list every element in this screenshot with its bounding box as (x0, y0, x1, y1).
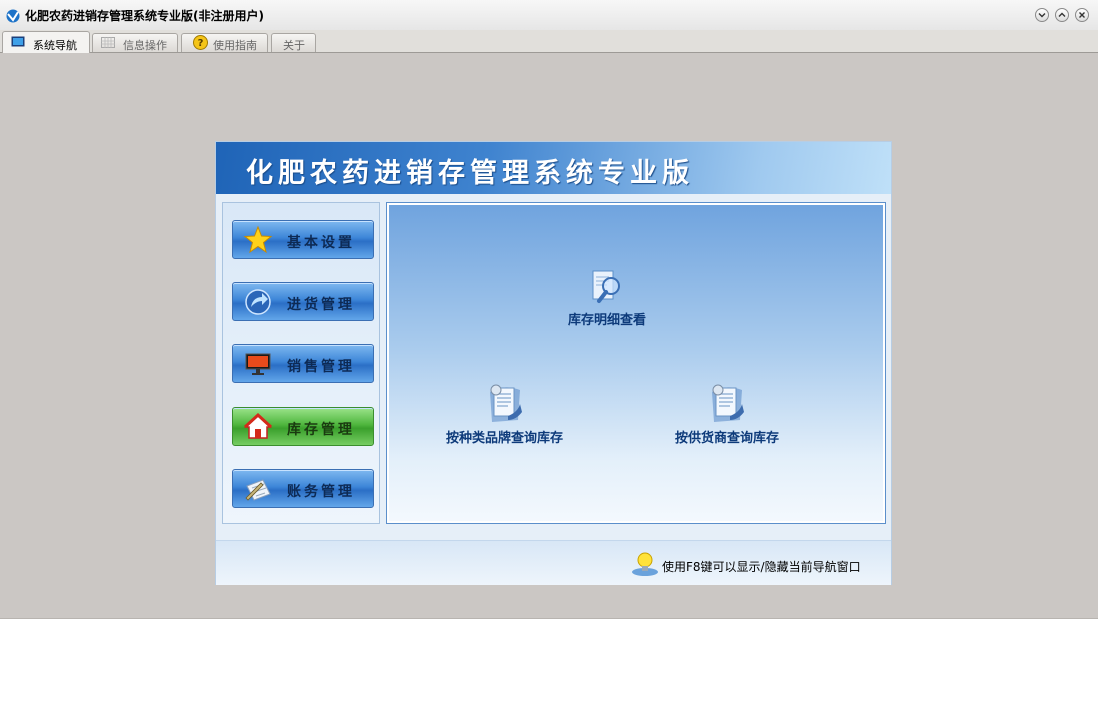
app-icon (6, 9, 20, 23)
title-bar: 化肥农药进销存管理系统专业版(非注册用户) (0, 0, 1098, 31)
banner-title: 化肥农药进销存管理系统专业版 (246, 158, 694, 189)
tab-system-nav[interactable]: 系统导航 (2, 31, 90, 53)
tab-label: 信息操作 (123, 39, 167, 52)
home-icon (243, 412, 273, 439)
nav-sales-button[interactable]: 销售管理 (232, 344, 374, 383)
nav-label: 库存管理 (287, 422, 355, 438)
tab-label: 关于 (283, 39, 305, 52)
nav-accounting-button[interactable]: 账务管理 (232, 469, 374, 508)
pen-paper-icon (245, 479, 271, 501)
function-label: 库存明细查看 (567, 313, 646, 328)
tab-label: 使用指南 (213, 39, 257, 52)
minimize-button[interactable] (1035, 8, 1049, 22)
function-label: 按供货商查询库存 (674, 431, 779, 446)
help-icon: ? (193, 35, 208, 50)
query-by-supplier-link[interactable]: 按供货商查询库存 (662, 382, 792, 446)
arrow-icon (245, 289, 271, 315)
svg-text:?: ? (198, 38, 204, 49)
navigation-panel: 化肥农药进销存管理系统专业版 基本设置 进货管理 销售管理 库存管理 账务管理 … (215, 141, 892, 585)
query-by-category-brand-link[interactable]: 按种类品牌查询库存 (432, 382, 577, 446)
monitor-icon (245, 353, 271, 375)
tab-user-guide[interactable]: ? 使用指南 (181, 33, 268, 52)
magnifier-icon (592, 270, 620, 303)
chevron-down-icon (1038, 13, 1046, 18)
nav-inventory-button[interactable]: 库存管理 (232, 407, 374, 446)
nav-purchase-button[interactable]: 进货管理 (232, 282, 374, 321)
chevron-up-icon (1058, 12, 1066, 17)
monitor-icon (11, 36, 25, 47)
lightbulb-icon (632, 552, 658, 576)
tab-bar: 系统导航 信息操作 ? 使用指南 关于 (0, 30, 1098, 53)
nav-basic-settings-button[interactable]: 基本设置 (232, 220, 374, 259)
function-area: 库存明细查看 按种类品牌查询库存 按供货商查询库存 (386, 202, 886, 524)
nav-label: 账务管理 (287, 484, 355, 500)
document-icon (712, 384, 744, 422)
star-icon (243, 225, 273, 254)
maximize-button[interactable] (1055, 8, 1069, 22)
close-icon (1079, 12, 1085, 18)
window-title: 化肥农药进销存管理系统专业版(非注册用户) (25, 9, 264, 23)
module-nav: 基本设置 进货管理 销售管理 库存管理 账务管理 (222, 202, 380, 524)
tab-label: 系统导航 (33, 39, 77, 52)
grid-icon (101, 37, 115, 48)
status-bar: 使用F8键可以显示/隐藏当前导航窗口 (216, 540, 891, 585)
document-icon (489, 384, 522, 422)
close-button[interactable] (1075, 8, 1089, 22)
tab-info-ops[interactable]: 信息操作 (92, 33, 178, 52)
app-window: 化肥农药进销存管理系统专业版(非注册用户) 系统导航 信息操作 ? 使用指南 关… (0, 0, 1098, 619)
inventory-detail-link[interactable]: 库存明细查看 (557, 268, 657, 328)
nav-label: 进货管理 (287, 297, 355, 313)
nav-label: 基本设置 (287, 235, 355, 251)
tab-about[interactable]: 关于 (271, 33, 316, 52)
banner: 化肥农药进销存管理系统专业版 (216, 142, 891, 194)
nav-label: 销售管理 (287, 359, 355, 375)
function-label: 按种类品牌查询库存 (445, 431, 563, 446)
hint-text: 使用F8键可以显示/隐藏当前导航窗口 (662, 560, 861, 574)
